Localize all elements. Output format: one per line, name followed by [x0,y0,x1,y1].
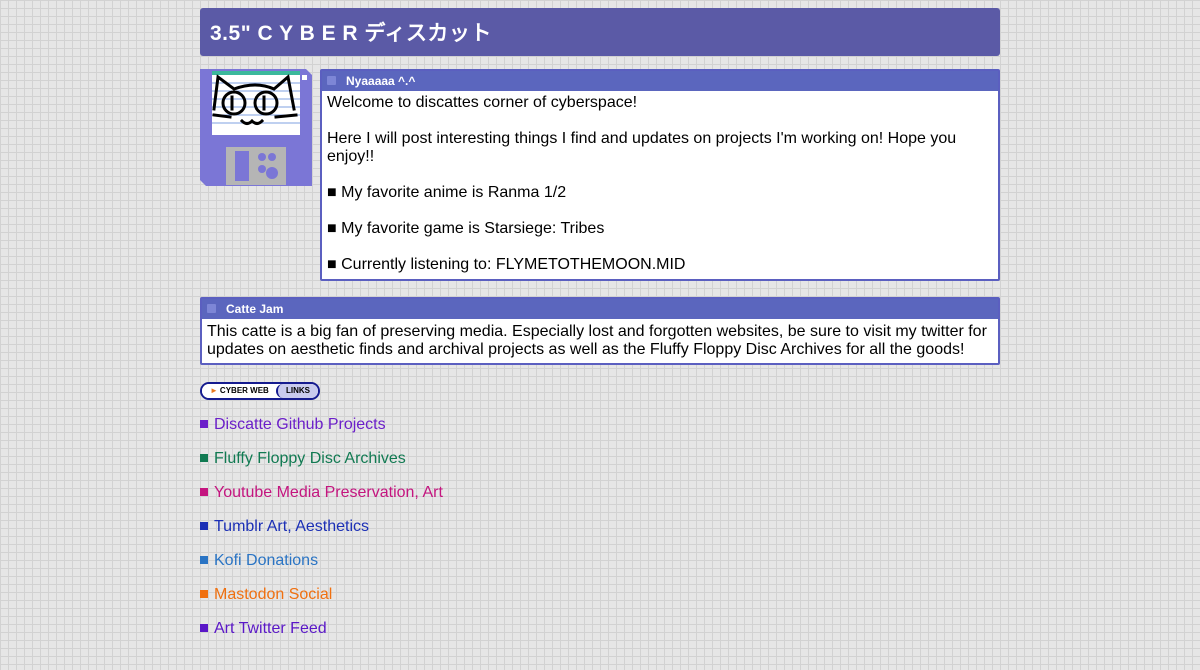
window-control-icon[interactable] [207,304,216,313]
intro-row: Nyaaaaa ^.^ Welcome to discattes corner … [200,69,1000,281]
site-header: 3.5" C Y B E R ディスカット [200,8,1000,56]
favorite-game: ■ My favorite game is Starsiege: Tribes [327,220,605,237]
link[interactable]: Mastodon Social [214,586,332,603]
square-bullet-icon [200,624,208,632]
now-listening: ■ Currently listening to: FLYMETOTHEMOON… [327,256,686,273]
cyber-web-links-badge: ► CYBER WEB LINKS [200,382,1000,400]
catte-jam-titlebar: Catte Jam [202,299,998,319]
about-window-title: Nyaaaaa ^.^ [346,74,416,88]
square-bullet-icon [200,590,208,598]
badge-left-label: CYBER WEB [219,386,269,395]
square-bullet-icon [200,522,208,530]
welcome-text: Welcome to discattes corner of cyberspac… [327,94,638,111]
square-bullet-icon [200,556,208,564]
badge-left: ► CYBER WEB [202,384,276,398]
link[interactable]: Art Twitter Feed [214,620,327,637]
square-bullet-icon [200,420,208,428]
favorite-anime: ■ My favorite anime is Ranma 1/2 [327,184,567,201]
catte-jam-text: This catte is a big fan of preserving me… [207,323,987,358]
link[interactable]: Youtube Media Preservation, Art [214,484,443,501]
link[interactable]: Discatte Github Projects [214,416,386,433]
catte-jam-window: Catte Jam This catte is a big fan of pre… [200,297,1000,365]
page: 3.5" C Y B E R ディスカット Nyaaaaa ^.^ Welcom… [200,8,1000,670]
about-window-titlebar: Nyaaaaa ^.^ [322,71,998,91]
arrow-right-icon: ► [210,386,218,395]
link-item: Youtube Media Preservation, Art [200,484,1000,518]
about-window-body: Welcome to discattes corner of cyberspac… [322,91,998,274]
window-control-icon[interactable] [327,76,336,85]
square-bullet-icon [200,488,208,496]
about-window: Nyaaaaa ^.^ Welcome to discattes corner … [320,69,1000,281]
catte-jam-body: This catte is a big fan of preserving me… [202,319,998,359]
link-item: Kofi Donations [200,552,1000,586]
links-list: Discatte Github Projects Fluffy Floppy Di… [200,416,1000,654]
link[interactable]: Kofi Donations [214,552,318,569]
link-item: Fluffy Floppy Disc Archives [200,450,1000,484]
link[interactable]: Fluffy Floppy Disc Archives [214,450,406,467]
badge-pill: ► CYBER WEB LINKS [200,382,320,400]
link[interactable]: Tumblr Art, Aesthetics [214,518,369,535]
intro-text: Here I will post interesting things I fi… [327,130,957,165]
site-title: 3.5" C Y B E R ディスカット [210,22,492,45]
floppy-disk-cat-icon [200,69,312,186]
link-item: Art Twitter Feed [200,620,1000,654]
square-bullet-icon [200,454,208,462]
link-item: Mastodon Social [200,586,1000,620]
catte-jam-title: Catte Jam [226,302,284,316]
link-item: Discatte Github Projects [200,416,1000,450]
badge-right-label: LINKS [276,384,318,398]
link-item: Tumblr Art, Aesthetics [200,518,1000,552]
